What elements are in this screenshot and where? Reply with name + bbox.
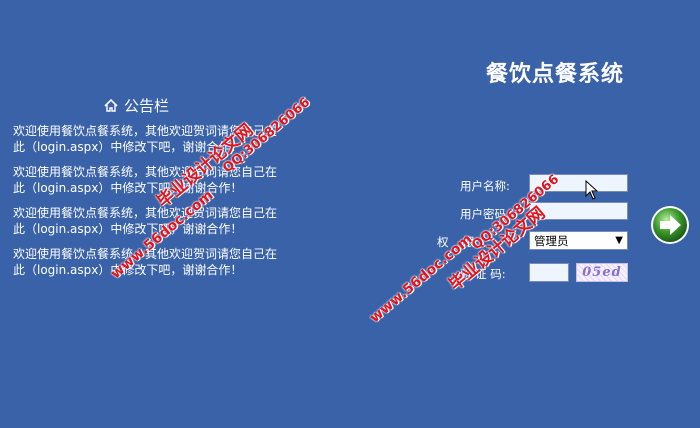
role-label: 权 限: — [437, 235, 479, 249]
mouse-pointer-icon — [585, 179, 599, 204]
list-item: 欢迎使用餐饮点餐系统，其他欢迎贺词请您自己在此（login.aspx）中修改下吧… — [13, 124, 278, 154]
username-label: 用户名称: — [460, 179, 510, 193]
login-button[interactable] — [650, 205, 690, 245]
role-select-value: 管理员 — [534, 233, 569, 248]
password-label: 用户密码: — [460, 207, 510, 221]
arrow-right-circle-icon — [651, 206, 689, 244]
home-icon — [104, 99, 118, 112]
page-title: 餐饮点餐系统 — [486, 61, 625, 87]
notice-header: 公告栏 — [104, 95, 169, 116]
list-item: 欢迎使用餐饮点餐系统，其他欢迎贺词请您自己在此（login.aspx）中修改下吧… — [13, 165, 278, 195]
captcha-label: 验 证 码: — [460, 267, 506, 281]
password-input[interactable] — [529, 202, 628, 220]
notice-list: 欢迎使用餐饮点餐系统，其他欢迎贺词请您自己在此（login.aspx）中修改下吧… — [13, 124, 278, 288]
captcha-input[interactable] — [529, 263, 569, 282]
captcha-image[interactable]: 05ed — [576, 263, 628, 282]
list-item: 欢迎使用餐饮点餐系统，其他欢迎贺词请您自己在此（login.aspx）中修改下吧… — [13, 206, 278, 236]
list-item: 欢迎使用餐饮点餐系统，其他欢迎贺词请您自己在此（login.aspx）中修改下吧… — [13, 247, 278, 277]
role-select[interactable]: 管理员 ▼ — [529, 231, 628, 250]
notice-header-label: 公告栏 — [124, 97, 170, 115]
chevron-down-icon: ▼ — [615, 235, 623, 246]
username-input[interactable] — [529, 174, 628, 192]
